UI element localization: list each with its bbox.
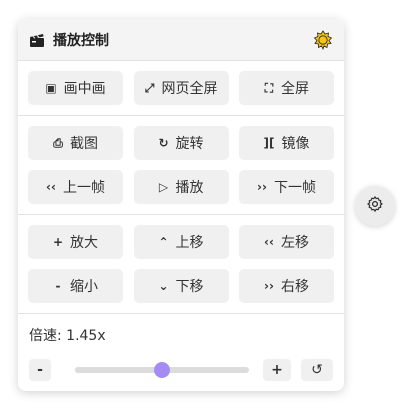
panel-header: 播放控制 (18, 19, 344, 61)
move-right-icon: ›› (264, 279, 274, 293)
reset-icon: ↺ (311, 362, 323, 378)
speed-decrease-button[interactable]: - (29, 359, 51, 381)
move-left-label: 左移 (281, 235, 309, 251)
panel-title: 播放控制 (53, 32, 109, 49)
speed-increase-button[interactable]: + (263, 359, 291, 381)
move-left-button[interactable]: ‹‹ 左移 (239, 225, 334, 259)
move-up-icon: ⌃ (158, 235, 169, 249)
clapperboard-icon (29, 31, 47, 49)
zoom-out-button[interactable]: - 缩小 (28, 269, 123, 303)
prev-frame-label: 上一帧 (63, 180, 105, 196)
move-up-button[interactable]: ⌃ 上移 (133, 225, 229, 259)
fullscreen-label: 全屏 (281, 81, 309, 97)
next-frame-icon: ›› (257, 180, 267, 194)
web-fullscreen-icon: ⤢ (144, 80, 155, 95)
play-label: 播放 (175, 180, 204, 196)
move-right-button[interactable]: ›› 右移 (239, 269, 334, 303)
rotate-icon: ↻ (158, 136, 169, 150)
picture-in-picture-button[interactable]: ▣ 画中画 (28, 71, 123, 105)
speed-section: 倍速: 1.45x - + ↺ (18, 314, 344, 382)
zoom-in-icon: + (52, 235, 64, 249)
zoom-out-label: 缩小 (70, 279, 98, 295)
speed-label: 倍速: 1.45x (29, 328, 106, 344)
zoom-in-button[interactable]: + 放大 (28, 225, 123, 259)
move-left-icon: ‹‹ (264, 235, 274, 249)
move-down-icon: ⌄ (158, 279, 169, 293)
fullscreen-button[interactable]: ⛶ 全屏 (239, 71, 334, 105)
play-icon: ▷ (158, 180, 169, 194)
transform-section: + 放大 ⌃ 上移 ‹‹ 左移 - 缩小 ⌄ 下移 ›› 右移 (18, 215, 344, 314)
rotate-label: 旋转 (175, 136, 204, 152)
zoom-out-icon: - (55, 279, 61, 293)
settings-toggle-button[interactable] (355, 186, 395, 226)
rotate-button[interactable]: ↻ 旋转 (133, 126, 229, 160)
view-mode-section: ▣ 画中画 ⤢ 网页全屏 ⛶ 全屏 (18, 61, 344, 116)
picture-in-picture-label: 画中画 (63, 81, 106, 97)
mirror-button[interactable]: ][ 镜像 (239, 126, 334, 160)
move-down-label: 下移 (175, 279, 204, 295)
move-up-label: 上移 (175, 235, 204, 251)
reset-speed-button[interactable]: ↺ (301, 359, 333, 381)
mirror-label: 镜像 (281, 136, 310, 152)
play-button[interactable]: ▷ 播放 (133, 170, 229, 204)
sun-icon[interactable] (312, 29, 334, 51)
speed-slider-thumb[interactable] (154, 362, 170, 378)
picture-in-picture-icon: ▣ (45, 81, 57, 95)
speed-slider-fill (75, 367, 162, 373)
screenshot-icon: ⎙ (53, 135, 63, 150)
screenshot-button[interactable]: ⎙ 截图 (28, 126, 123, 160)
playback-control-panel: 播放控制 ▣ 画中画 ⤢ 网页全屏 ⛶ 全屏 ⎙ 截图 ↻ 旋转 ][ 镜像 ‹‹ 上一帧 ▷ 播放 ›› 下… (18, 19, 344, 391)
web-fullscreen-button[interactable]: ⤢ 网页全屏 (133, 71, 229, 105)
prev-frame-button[interactable]: ‹‹ 上一帧 (28, 170, 123, 204)
screenshot-label: 截图 (70, 136, 98, 152)
zoom-in-label: 放大 (70, 235, 99, 251)
action-section: ⎙ 截图 ↻ 旋转 ][ 镜像 ‹‹ 上一帧 ▷ 播放 ›› 下一帧 (18, 116, 344, 215)
speed-slider-row: - + ↺ (29, 358, 333, 382)
move-down-button[interactable]: ⌄ 下移 (133, 269, 229, 303)
next-frame-label: 下一帧 (274, 180, 316, 196)
speed-slider-track[interactable] (75, 362, 249, 378)
web-fullscreen-label: 网页全屏 (161, 81, 218, 97)
mirror-icon: ][ (263, 136, 275, 150)
move-right-label: 右移 (281, 279, 309, 295)
gear-icon (366, 195, 384, 217)
prev-frame-icon: ‹‹ (46, 180, 56, 194)
next-frame-button[interactable]: ›› 下一帧 (239, 170, 334, 204)
fullscreen-icon: ⛶ (264, 80, 274, 95)
